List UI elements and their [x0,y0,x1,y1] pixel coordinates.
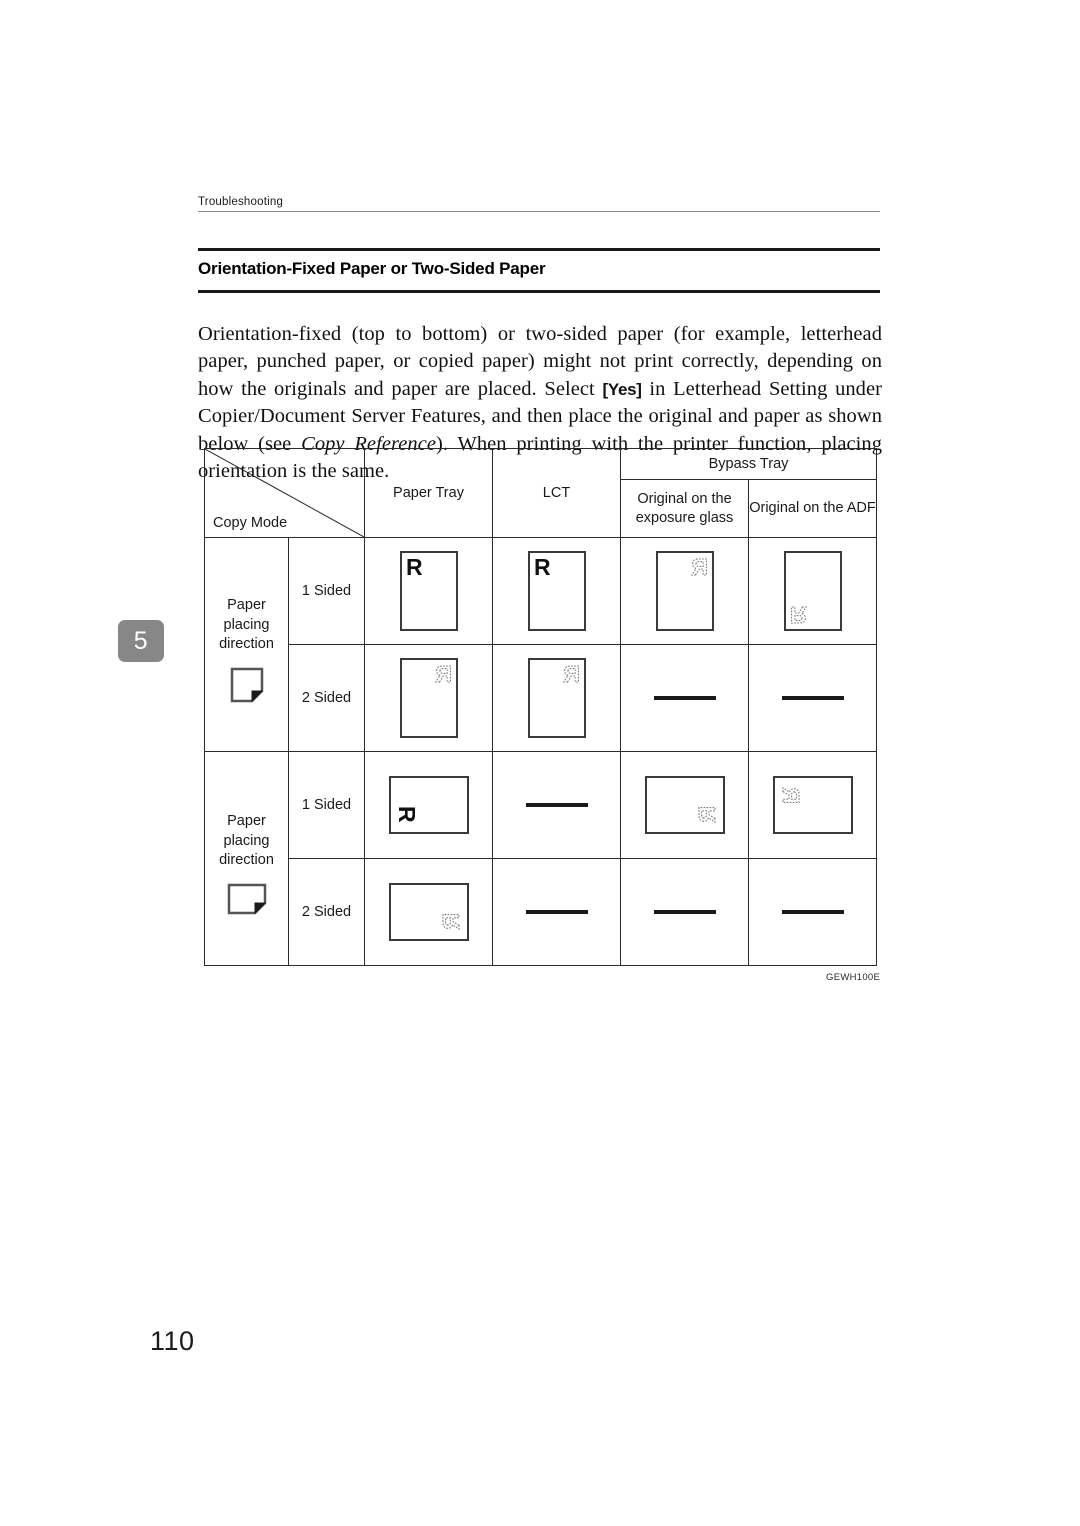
cell-bypass-adf-1sided: R [748,537,877,645]
section-heading-block: Orientation-Fixed Paper or Two-Sided Pap… [198,248,880,293]
paper-sheet-landscape: R [772,776,853,834]
cell-paper-tray-2sided-landscape: R [364,858,493,966]
cell-lct-2sided: R [492,644,621,752]
svg-text:R: R [696,806,720,823]
row-label-line1: Paper [227,597,266,614]
not-applicable-dash [525,803,588,807]
cell-paper-tray-1sided-landscape: R [364,751,493,859]
letter-r-glyph-solid-rotated: R [394,806,418,828]
cell-bypass-glass-2sided-landscape [620,858,749,966]
svg-text:R: R [563,663,580,687]
letterhead-setting-keyword: [Yes] [602,379,642,399]
not-applicable-dash [781,910,844,914]
page-title: Orientation-Fixed Paper or Two-Sided Pap… [198,259,546,278]
paper-sheet-portrait: R [655,551,714,631]
paper-sheet-portrait: R [527,551,586,631]
table-row: 2 Sided R R [205,644,877,752]
copy-mode-label: Copy Mode [213,515,288,531]
svg-text:R: R [394,806,418,823]
row-label-line2: placing [223,616,270,633]
cell-bypass-glass-1sided: R [620,537,749,645]
cell-bypass-adf-1sided-landscape: R [748,751,877,859]
cell-lct-1sided-landscape [492,751,621,859]
row-label-line1: Paper [227,813,266,830]
cell-bypass-adf-2sided-landscape [748,858,877,966]
paper-sheet-portrait: R [527,658,586,738]
row-label-line3: direction [219,636,274,653]
svg-text:R: R [790,602,807,626]
svg-text:R: R [778,787,802,804]
cell-bypass-adf-2sided [748,644,877,752]
svg-text:R: R [406,556,423,580]
header-paper-tray: Paper Tray [364,448,493,538]
page-portrait-folded-corner-icon [230,667,263,702]
cell-bypass-glass-2sided [620,644,749,752]
table-header-row-1: Copy Mode Paper Tray LCT Bypass Tray [204,448,877,538]
header-bypass-tray: Bypass Tray [620,448,877,480]
row-group-label-portrait: Paper placing direction [204,537,289,752]
table-row: Paper placing direction 1 Sided R [204,537,877,752]
svg-text:R: R [435,663,452,687]
not-applicable-dash [781,696,844,700]
svg-text:R: R [440,913,464,930]
letter-r-glyph-dotted-rotated: R [790,602,812,626]
page-number: 110 [150,1326,195,1356]
heading-rule-bottom [198,290,880,293]
cell-mode-1-sided: 1 Sided [288,537,365,645]
figure-code-label: GEWH100E [826,972,881,983]
running-header-label: Troubleshooting [198,196,284,208]
page-landscape-folded-corner-icon [227,883,266,914]
cell-paper-tray-2sided: R [364,644,493,752]
table-row: Paper placing direction 1 Sided R [204,751,877,966]
letter-r-glyph-dotted-mirrored: R [558,663,580,687]
table-corner-cell: Copy Mode [204,448,365,538]
chapter-tab-number: 5 [133,626,149,655]
cell-mode-2-sided: 2 Sided [288,858,365,966]
row-label-line2: placing [223,832,270,849]
header-bypass-exposure-glass: Original on the exposure glass [620,479,749,538]
not-applicable-dash [525,910,588,914]
paper-sheet-landscape: R [644,776,725,834]
not-applicable-dash [653,696,716,700]
paper-sheet-landscape: R [388,883,469,941]
row-group-label-landscape: Paper placing direction [204,751,289,966]
row-label-line3: direction [219,852,274,869]
row-label-lines: Paper placing direction [205,586,288,655]
letter-r-glyph-dotted-mirrored: R [686,556,708,580]
cell-bypass-glass-1sided-landscape: R [620,751,749,859]
paper-sheet-landscape: R [388,776,469,834]
running-header-rule [198,211,880,212]
letter-r-glyph-dotted-mirrored: R [430,663,452,687]
cell-lct-2sided-landscape [492,858,621,966]
cell-mode-2-sided: 2 Sided [288,644,365,752]
letter-r-glyph-solid: R [406,556,428,580]
table-row: 2 Sided R [205,858,877,966]
letter-r-glyph-dotted-rotated: R [778,782,802,804]
row-label-lines: Paper placing direction [205,802,288,871]
letter-r-glyph-solid: R [534,556,556,580]
letter-r-glyph-dotted-rotated: R [696,806,720,828]
header-lct: LCT [492,448,621,538]
paper-sheet-portrait: R [783,551,842,631]
cell-lct-1sided: R [492,537,621,645]
svg-text:R: R [691,556,708,580]
paper-sheet-portrait: R [399,658,458,738]
svg-text:R: R [534,556,551,580]
cell-mode-1-sided: 1 Sided [288,751,365,859]
cell-paper-tray-1sided: R [364,537,493,645]
header-bypass-adf: Original on the ADF [748,479,877,538]
running-header: Troubleshooting [198,196,880,212]
orientation-paper-table: Copy Mode Paper Tray LCT Bypass Tray Ori… [204,448,877,966]
paper-sheet-portrait: R [399,551,458,631]
letter-r-glyph-dotted-rotated: R [440,913,464,935]
chapter-tab: 5 [118,620,164,662]
not-applicable-dash [653,910,716,914]
